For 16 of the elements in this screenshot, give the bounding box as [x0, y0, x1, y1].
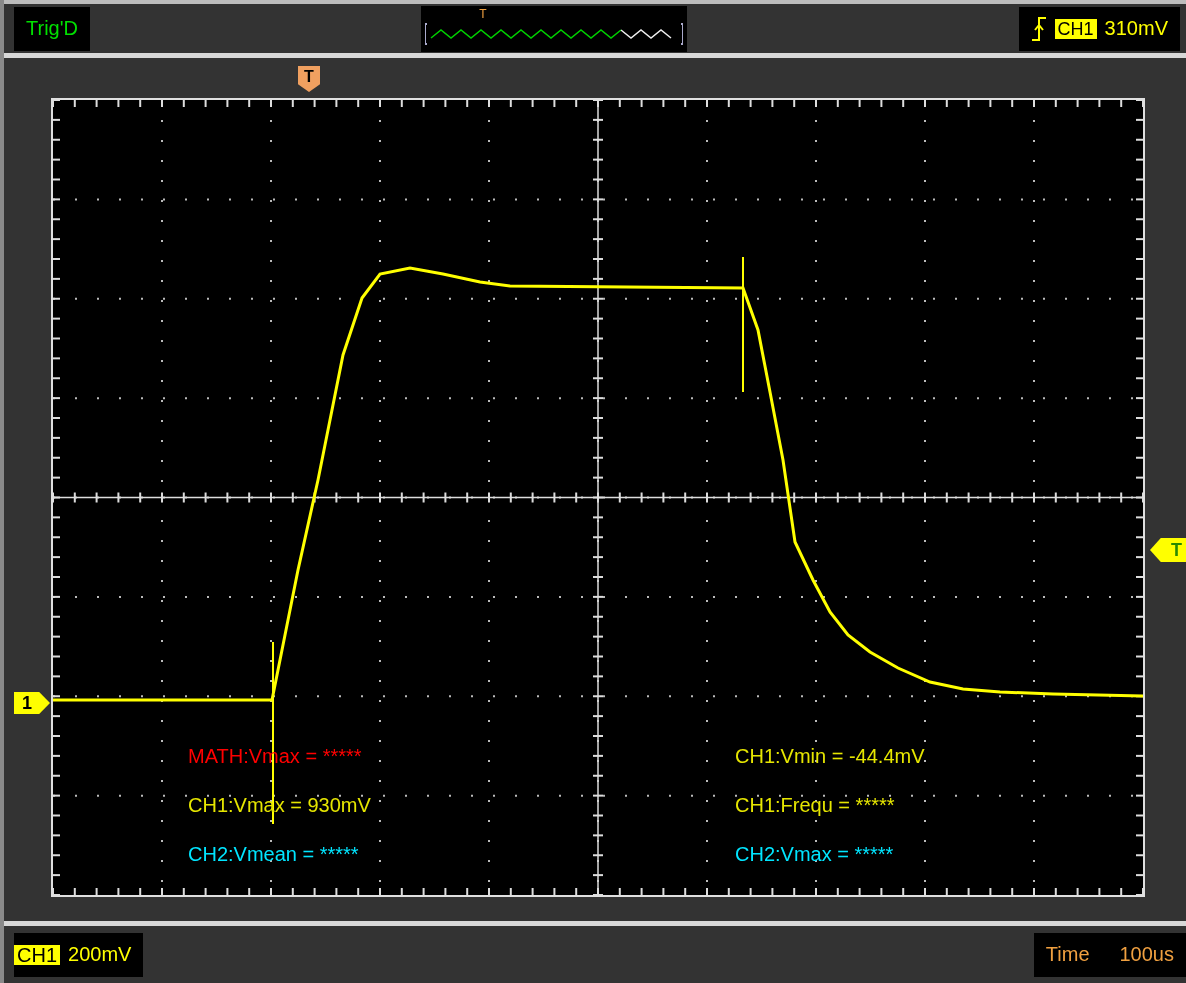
- trigger-position-label: T: [479, 6, 487, 21]
- trigger-level-marker[interactable]: T: [1150, 538, 1186, 562]
- trigger-status: Trig'D: [26, 17, 78, 40]
- timebase-label: Time: [1045, 943, 1090, 966]
- trigger-voltage: 310mV: [1104, 17, 1168, 40]
- channel-scale: 200mV: [68, 943, 132, 966]
- channel-label: CH1: [14, 944, 60, 965]
- measurement-readout: CH2:Vmean = *****: [188, 843, 359, 866]
- trigger-position-marker[interactable]: T: [298, 66, 320, 92]
- channel-marker[interactable]: 1: [14, 692, 50, 714]
- timebase-value: 100us: [1119, 943, 1174, 966]
- measurement-readout: CH1:Vmin = -44.4mV: [735, 745, 925, 768]
- measurement-readout: CH2:Vmax = *****: [735, 843, 894, 866]
- measurement-readout: CH1:Frequ = *****: [735, 794, 895, 817]
- rising-edge-icon: [1030, 15, 1047, 42]
- trigger-channel-label: CH1: [1054, 18, 1097, 39]
